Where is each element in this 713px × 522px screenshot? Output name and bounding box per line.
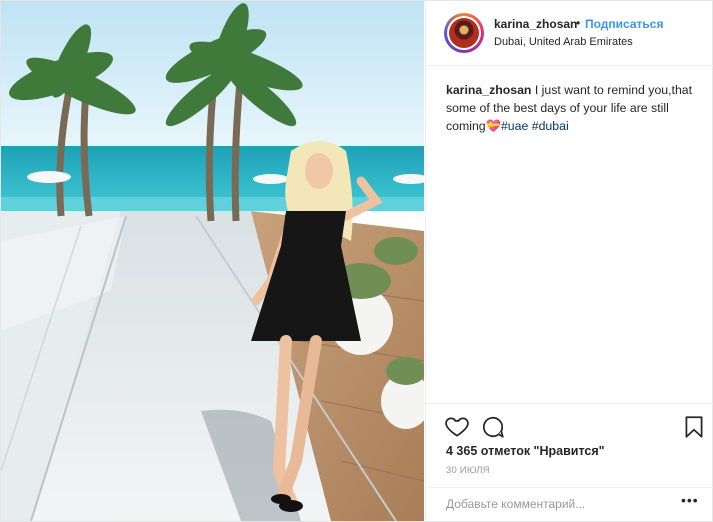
comment-input[interactable] <box>446 497 666 511</box>
post-date[interactable]: 30 ИЮЛЯ <box>446 465 490 476</box>
hashtag-uae[interactable]: #uae <box>501 119 528 133</box>
comment-icon[interactable] <box>480 414 506 440</box>
post-photo[interactable] <box>1 1 424 521</box>
post-dialog: karina_zhosan • Подписаться Dubai, Unite… <box>0 0 713 522</box>
avatar-image <box>449 18 479 48</box>
caption: karina_zhosan I just want to remind you,… <box>446 81 701 135</box>
username-link[interactable]: karina_zhosan <box>494 17 577 31</box>
hashtag-dubai[interactable]: #dubai <box>532 119 569 133</box>
post-header: karina_zhosan • Подписаться Dubai, Unite… <box>426 1 713 66</box>
post-sidebar: karina_zhosan • Подписаться Dubai, Unite… <box>425 1 713 521</box>
likes-count[interactable]: 4 365 отметок "Нравится" <box>446 444 605 458</box>
follow-button[interactable]: Подписаться <box>585 17 663 31</box>
separator-dot: • <box>576 16 581 30</box>
avatar[interactable] <box>444 13 484 53</box>
bookmark-icon[interactable] <box>681 414 707 440</box>
comment-bar: ••• <box>426 487 713 522</box>
caption-emoji: 💝 <box>485 119 501 133</box>
more-dots-icon[interactable]: ••• <box>681 492 699 508</box>
avatar-ring <box>447 16 481 50</box>
location-link[interactable]: Dubai, United Arab Emirates <box>494 36 633 48</box>
caption-username[interactable]: karina_zhosan <box>446 83 531 97</box>
action-bar <box>426 403 713 444</box>
heart-icon[interactable] <box>444 414 470 440</box>
beach-photo <box>1 1 424 521</box>
